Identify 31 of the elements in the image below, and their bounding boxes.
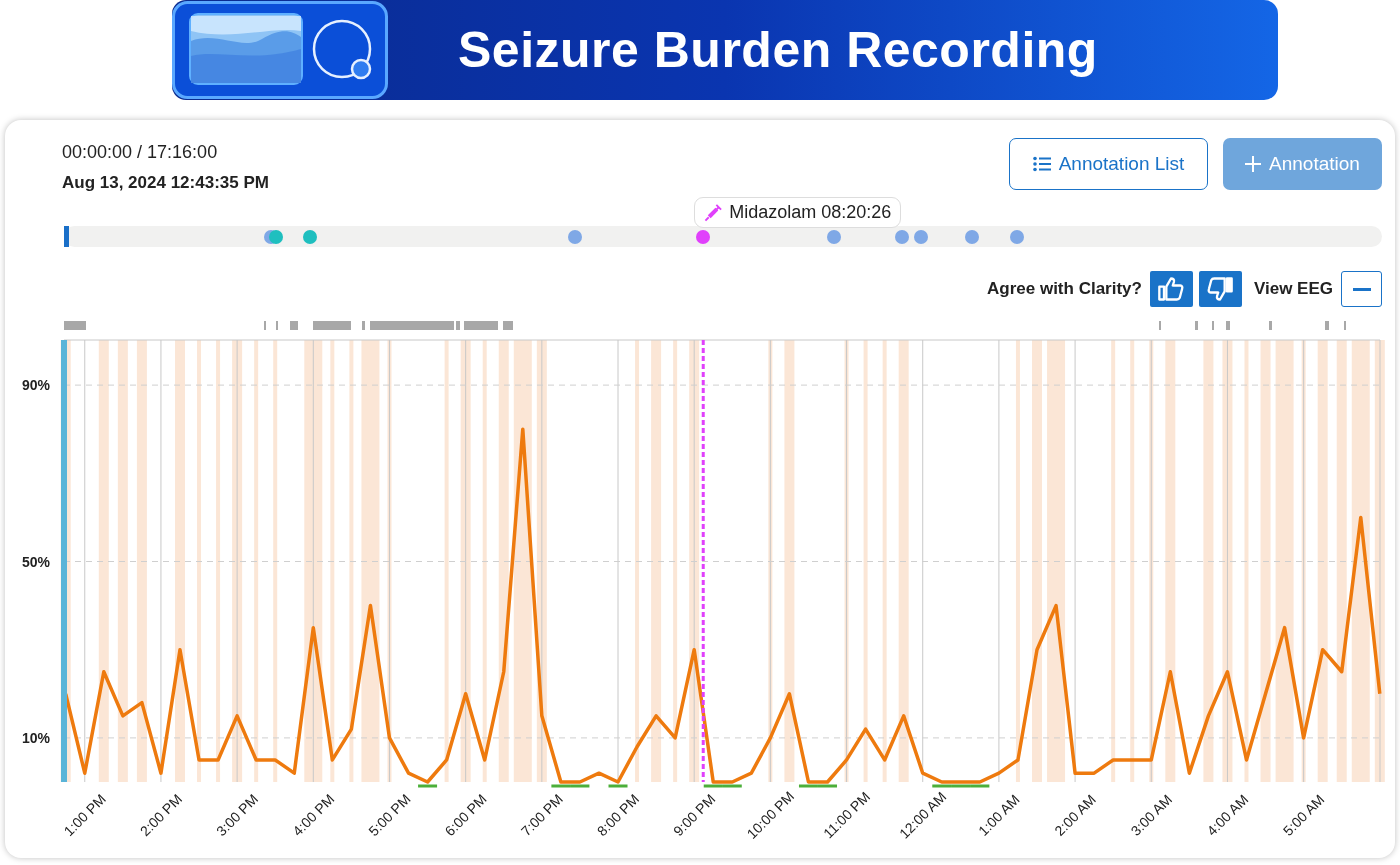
timeline-marker[interactable] <box>568 230 583 244</box>
minus-icon <box>1352 287 1371 291</box>
annotation-list-button[interactable]: Annotation List <box>1009 138 1208 190</box>
syringe-icon <box>704 203 724 222</box>
plus-icon <box>1245 156 1262 172</box>
agree-question: Agree with Clarity? <box>987 279 1142 299</box>
x-axis-label: 4:00 PM <box>289 790 338 840</box>
y-axis-label: 50% <box>21 553 50 570</box>
x-axis-label: 4:00 AM <box>1203 791 1252 839</box>
x-axis-label: 7:00 PM <box>517 790 566 840</box>
playback-time: 00:00:00 / 17:16:00 <box>62 141 219 164</box>
timeline-marker[interactable] <box>1009 230 1024 244</box>
timeline-marker[interactable] <box>913 230 928 244</box>
page-title: Seizure Burden Recording <box>458 21 1098 79</box>
recording-date: Aug 13, 2024 12:43:35 PM <box>62 172 269 194</box>
timeline-marker[interactable] <box>965 230 980 244</box>
view-eeg-label: View EEG <box>1253 279 1333 299</box>
timeline-marker[interactable] <box>303 230 318 244</box>
timeline-marker[interactable] <box>895 230 910 244</box>
view-eeg-toggle[interactable] <box>1341 271 1382 307</box>
tooltip-text: Midazolam 08:20:26 <box>729 202 892 223</box>
list-icon <box>1032 156 1051 172</box>
thumbs-up-button[interactable] <box>1149 271 1193 307</box>
y-axis-label: 10% <box>21 729 50 746</box>
add-annotation-button[interactable]: Annotation <box>1223 138 1382 190</box>
thumbs-down-button[interactable] <box>1198 271 1242 307</box>
timeline-marker[interactable] <box>269 230 284 244</box>
logo-icon <box>172 1 388 99</box>
timeline-marker[interactable] <box>826 230 841 244</box>
y-axis-label: 90% <box>21 377 50 394</box>
timeline-marker[interactable] <box>696 230 711 244</box>
